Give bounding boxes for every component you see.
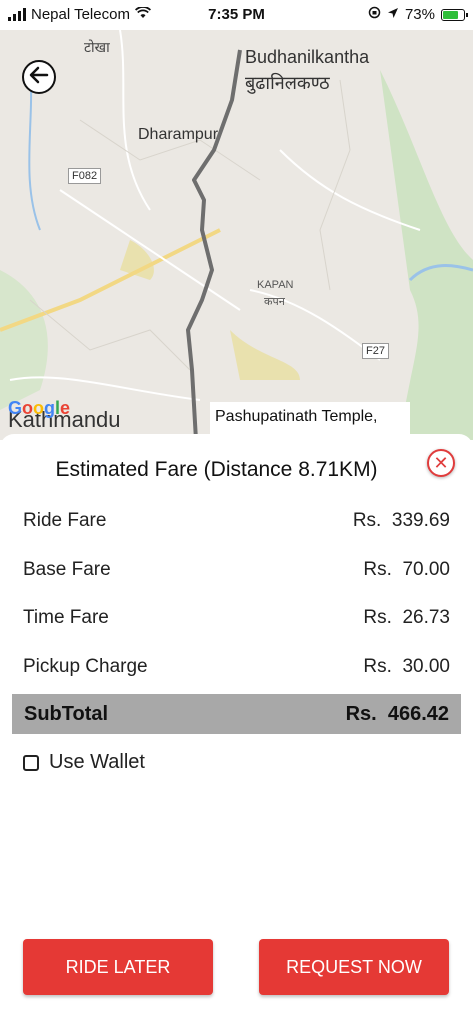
- destination-label: Pashupatinath Temple,: [210, 402, 410, 438]
- arrow-left-icon: [29, 64, 49, 90]
- subtotal-row: SubTotal Rs. 466.42: [12, 694, 461, 734]
- map-label-kapan-en: KAPAN: [257, 279, 294, 291]
- road-shield-f27: F27: [362, 343, 389, 359]
- fare-row-label: Ride Fare: [23, 510, 107, 531]
- google-logo: Google: [8, 398, 71, 418]
- wallet-checkbox[interactable]: [23, 754, 39, 771]
- map-label-budhanilkantha-ne: बुढानिलकण्ठ: [245, 73, 330, 93]
- fare-row-amount: Rs. 30.00: [363, 656, 450, 677]
- map-view[interactable]: टोखा Budhanilkantha बुढानिलकण्ठ Dharampu…: [0, 30, 473, 440]
- use-wallet-toggle[interactable]: Use Wallet: [23, 751, 145, 774]
- wallet-label: Use Wallet: [49, 751, 145, 773]
- fare-row-ride: Ride Fare Rs. 339.69: [23, 506, 450, 536]
- status-bar: Nepal Telecom 7:35 PM 73%: [0, 0, 473, 30]
- subtotal-amount: Rs. 466.42: [345, 702, 449, 725]
- map-label-tokha: टोखा: [84, 39, 110, 55]
- fare-row-pickup: Pickup Charge Rs. 30.00: [23, 652, 450, 682]
- map-label-dharampur: Dharampur: [138, 126, 219, 143]
- status-right: 73%: [368, 6, 468, 23]
- map-label-budhanilkantha-en: Budhanilkantha: [245, 47, 370, 67]
- fare-row-label: Base Fare: [23, 559, 111, 580]
- location-arrow-icon: [387, 6, 399, 23]
- destination-text: Pashupatinath Temple,: [215, 408, 378, 425]
- fare-row-time: Time Fare Rs. 26.73: [23, 603, 450, 633]
- fare-row-label: Time Fare: [23, 607, 109, 628]
- fare-row-amount: Rs. 339.69: [352, 510, 450, 531]
- road-shield-f082: F082: [68, 168, 102, 184]
- map-label-kapan-ne: कपन: [264, 296, 285, 308]
- ride-later-button[interactable]: RIDE LATER: [23, 939, 213, 995]
- close-icon: ✕: [433, 452, 449, 473]
- fare-row-amount: Rs. 26.73: [363, 607, 450, 628]
- map-graphics: [0, 30, 473, 440]
- fare-title: Estimated Fare (Distance 8.71KM): [55, 458, 378, 481]
- fare-row-label: Pickup Charge: [23, 656, 148, 677]
- fare-sheet: Estimated Fare (Distance 8.71KM) ✕ Ride …: [0, 434, 473, 1024]
- fare-row-amount: Rs. 70.00: [363, 559, 450, 580]
- battery-percent: 73%: [404, 6, 435, 23]
- battery-icon: [441, 8, 468, 21]
- orientation-lock-icon: [368, 6, 381, 23]
- close-button[interactable]: ✕: [427, 449, 455, 477]
- back-button[interactable]: [22, 60, 56, 94]
- fare-row-base: Base Fare Rs. 70.00: [23, 555, 450, 585]
- subtotal-label: SubTotal: [24, 702, 109, 725]
- request-now-button[interactable]: REQUEST NOW: [259, 939, 449, 995]
